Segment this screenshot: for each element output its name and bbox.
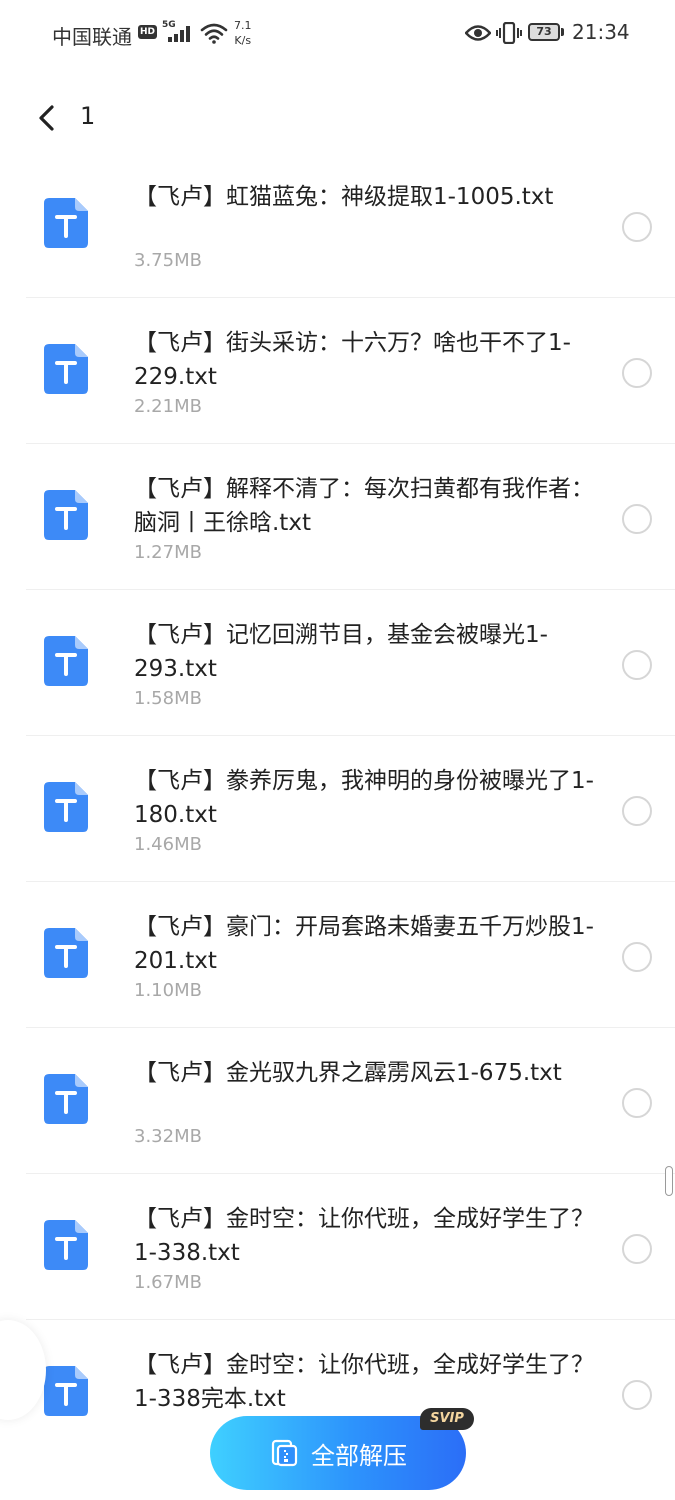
file-name: 【飞卢】金时空：让你代班，全成好学生了？1-338完本.txt: [134, 1352, 594, 1412]
wifi-icon: [200, 23, 228, 44]
status-bar: 中国联通 HD 5G 7.1 K/s 73 21:34: [0, 0, 675, 70]
text-file-icon: [44, 1220, 88, 1270]
carrier-name: 中国联通: [52, 25, 132, 49]
text-file-icon: [44, 1366, 88, 1416]
eye-icon: [465, 25, 491, 41]
text-file-icon: [44, 636, 88, 686]
select-radio[interactable]: [622, 212, 652, 242]
file-name: 【飞卢】街头采访：十六万？啥也干不了1-229.txt: [134, 330, 571, 390]
chevron-left-icon: [39, 105, 54, 131]
extract-all-label: 全部解压: [311, 1441, 407, 1470]
unzip-icon: [271, 1439, 298, 1467]
file-item[interactable]: 【飞卢】街头采访：十六万？啥也干不了1-229.txt 2.21MB: [0, 298, 675, 444]
text-file-icon: [44, 928, 88, 978]
file-size: 1.58MB: [134, 688, 202, 709]
select-radio[interactable]: [622, 650, 652, 680]
file-item[interactable]: 【飞卢】虹猫蓝兔：神级提取1-1005.txt 3.75MB: [0, 152, 675, 298]
file-item[interactable]: 【飞卢】解释不清了：每次扫黄都有我作者：脑洞丨王徐晗.txt 1.27MB: [0, 444, 675, 590]
file-name: 【飞卢】虹猫蓝兔：神级提取1-1005.txt: [134, 184, 554, 210]
vibrate-icon: [496, 22, 522, 44]
file-name: 【飞卢】金时空：让你代班，全成好学生了？1-338.txt: [134, 1206, 594, 1266]
text-file-icon: [44, 1074, 88, 1124]
page-title: 1: [80, 102, 96, 130]
network-speed-unit: K/s: [234, 34, 252, 47]
file-size: 1.27MB: [134, 542, 202, 563]
file-name: 【飞卢】豪门：开局套路未婚妻五千万炒股1-201.txt: [134, 914, 594, 974]
select-radio[interactable]: [622, 1380, 652, 1410]
back-button[interactable]: [26, 98, 66, 138]
file-name: 【飞卢】豢养厉鬼，我神明的身份被曝光了1-180.txt: [134, 768, 594, 828]
file-size: 1.46MB: [134, 834, 202, 855]
file-size: 1.10MB: [134, 980, 202, 1001]
text-file-icon: [44, 198, 88, 248]
clock: 21:34: [572, 20, 630, 44]
scrollbar-thumb[interactable]: [665, 1166, 673, 1196]
file-size: 3.32MB: [134, 1126, 202, 1147]
text-file-icon: [44, 490, 88, 540]
file-item[interactable]: 【飞卢】记忆回溯节目，基金会被曝光1-293.txt 1.58MB: [0, 590, 675, 736]
select-radio[interactable]: [622, 504, 652, 534]
file-size: 1.67MB: [134, 1272, 202, 1293]
network-speed: 7.1 K/s: [234, 18, 252, 48]
file-item[interactable]: 【飞卢】豢养厉鬼，我神明的身份被曝光了1-180.txt 1.46MB: [0, 736, 675, 882]
battery-tip: [561, 28, 564, 36]
select-radio[interactable]: [622, 796, 652, 826]
file-item[interactable]: 【飞卢】金光驭九界之霹雳风云1-675.txt 3.32MB: [0, 1028, 675, 1174]
svip-badge: SVIP: [420, 1408, 474, 1430]
file-name: 【飞卢】记忆回溯节目，基金会被曝光1-293.txt: [134, 622, 548, 682]
select-radio[interactable]: [622, 358, 652, 388]
text-file-icon: [44, 782, 88, 832]
text-file-icon: [44, 344, 88, 394]
file-name: 【飞卢】解释不清了：每次扫黄都有我作者：脑洞丨王徐晗.txt: [134, 476, 594, 536]
select-radio[interactable]: [622, 1234, 652, 1264]
select-radio[interactable]: [622, 942, 652, 972]
file-size: 3.75MB: [134, 250, 202, 271]
file-item[interactable]: 【飞卢】豪门：开局套路未婚妻五千万炒股1-201.txt 1.10MB: [0, 882, 675, 1028]
select-radio[interactable]: [622, 1088, 652, 1118]
battery-indicator: 73: [528, 23, 560, 41]
file-size: 2.21MB: [134, 396, 202, 417]
file-name: 【飞卢】金光驭九界之霹雳风云1-675.txt: [134, 1060, 562, 1086]
network-speed-value: 7.1: [234, 19, 252, 32]
header: 1: [0, 88, 675, 148]
signal-icon: [168, 26, 190, 42]
file-item[interactable]: 【飞卢】金时空：让你代班，全成好学生了？1-338.txt 1.67MB: [0, 1174, 675, 1320]
hd-badge: HD: [138, 25, 157, 39]
